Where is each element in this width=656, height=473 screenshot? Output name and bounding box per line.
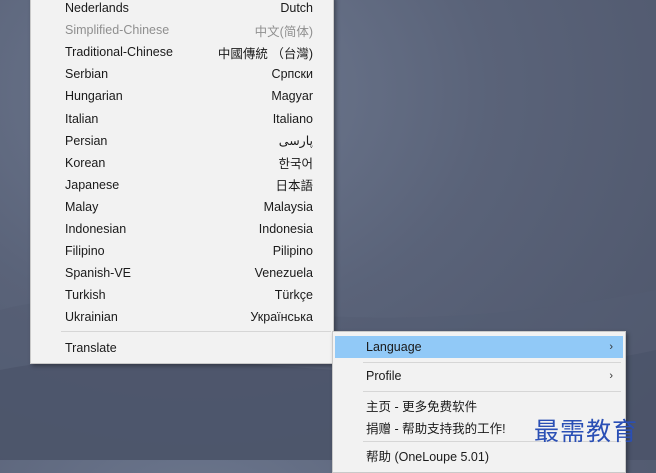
menu-item-language[interactable]: Language › xyxy=(335,336,623,358)
language-name: Korean xyxy=(65,155,106,170)
language-item[interactable]: Korean 한국어 xyxy=(65,152,313,174)
language-name: Turkish xyxy=(65,288,106,303)
language-item[interactable]: Malay Malaysia xyxy=(65,196,313,218)
language-item[interactable]: Ukrainian Українська xyxy=(65,306,313,328)
language-native-name: 中國傳統 （台灣) xyxy=(217,46,313,61)
menu-item-profile[interactable]: Profile › xyxy=(335,365,623,387)
language-item[interactable]: Italian Italiano xyxy=(65,108,313,130)
language-name: Nederlands xyxy=(65,1,129,15)
language-native-name: Српски xyxy=(271,67,313,82)
language-native-name: 日本語 xyxy=(275,179,313,194)
homepage-label: 主页 - 更多免费软件 xyxy=(366,399,478,414)
language-item[interactable]: Hungarian Magyar xyxy=(65,85,313,107)
language-native-name: Dutch xyxy=(280,1,313,15)
language-native-name: Indonesia xyxy=(258,222,313,236)
language-name: Ukrainian xyxy=(65,310,118,325)
language-item[interactable]: Nederlands Dutch xyxy=(65,0,313,19)
language-label: Language xyxy=(366,340,422,354)
menu-separator xyxy=(363,391,621,392)
language-native-name: Pilipino xyxy=(272,244,313,259)
language-native-name: Türkçe xyxy=(274,288,313,303)
language-item[interactable]: Simplified-Chinese 中文(简体) xyxy=(65,19,313,41)
language-item[interactable]: Filipino Pilipino xyxy=(65,240,313,262)
language-submenu: Nederlands Dutch Simplified-Chinese 中文(简体) T… xyxy=(30,0,334,364)
menu-separator xyxy=(363,362,621,363)
chevron-right-icon: › xyxy=(609,370,613,382)
language-native-name: Italiano xyxy=(272,111,313,126)
menu-item-translate[interactable]: Translate xyxy=(65,337,117,359)
language-native-name: Українська xyxy=(250,310,313,325)
translate-label: Translate xyxy=(65,341,117,355)
language-item[interactable]: Japanese 日本語 xyxy=(65,174,313,196)
language-native-name: 한국어 xyxy=(278,157,313,172)
help-label: 帮助 (OneLoupe 5.01) xyxy=(366,449,489,464)
language-name: Hungarian xyxy=(65,89,123,104)
submenu-separator xyxy=(61,331,331,332)
language-item[interactable]: Persian پارسی xyxy=(65,130,313,152)
language-item[interactable]: Spanish-VE Venezuela xyxy=(65,262,313,284)
language-name: Malay xyxy=(65,199,99,214)
language-name: Persian xyxy=(65,133,108,148)
language-name: Traditional-Chinese xyxy=(65,45,173,60)
language-native-name: Malaysia xyxy=(263,199,313,214)
language-native-name: 中文(简体) xyxy=(254,24,313,39)
watermark-text: 最需教育 xyxy=(534,417,639,446)
language-name: Indonesian xyxy=(65,222,127,236)
language-name: Spanish-VE xyxy=(65,266,132,281)
language-native-name: Venezuela xyxy=(254,266,313,281)
language-native-name: Magyar xyxy=(271,89,313,104)
language-name: Italian xyxy=(65,111,99,126)
language-name: Japanese xyxy=(65,177,120,192)
language-item[interactable]: Serbian Српски xyxy=(65,63,313,85)
profile-label: Profile xyxy=(366,369,402,383)
language-native-name: پارسی xyxy=(278,134,313,149)
context-menu: Language › Profile › 主页 - 更多免费软件 捐赠 - 帮助… xyxy=(332,331,626,473)
language-name: Filipino xyxy=(65,244,105,259)
chevron-right-icon: › xyxy=(609,341,613,353)
donate-label: 捐赠 - 帮助支持我的工作! xyxy=(366,421,506,436)
language-item[interactable]: Traditional-Chinese 中國傳統 （台灣) xyxy=(65,41,313,63)
language-name: Simplified-Chinese xyxy=(65,23,170,38)
language-item[interactable]: Indonesian Indonesia xyxy=(65,218,313,240)
language-name: Serbian xyxy=(65,67,109,82)
language-item[interactable]: Turkish Türkçe xyxy=(65,284,313,306)
